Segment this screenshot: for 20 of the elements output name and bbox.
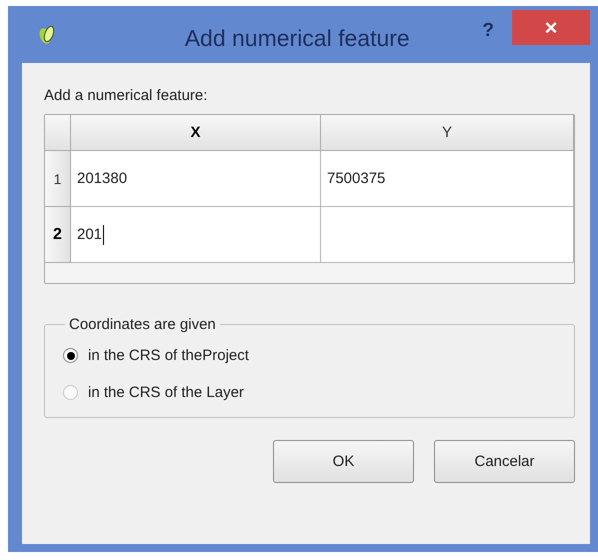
radio-button[interactable] (63, 385, 78, 400)
group-title: Coordinates are given (68, 316, 217, 333)
table-cell[interactable]: 7500375 (321, 151, 574, 207)
corner-header[interactable] (45, 115, 71, 151)
table-cell[interactable]: 201380 (71, 151, 321, 207)
row-header[interactable]: 2 (45, 207, 71, 263)
prompt-label: Add a numerical feature: (44, 87, 208, 104)
cancel-button[interactable]: Cancelar (434, 440, 575, 483)
window-title: Add numerical feature (184, 25, 411, 52)
radio-label[interactable]: in the CRS of the Layer (88, 384, 244, 401)
leaf-icon (38, 24, 56, 46)
radio-button[interactable] (63, 348, 78, 363)
row-header[interactable]: 1 (45, 151, 71, 207)
column-header[interactable]: X (71, 115, 321, 151)
cell-editor[interactable]: 201 (71, 207, 321, 263)
ok-button[interactable]: OK (273, 440, 414, 483)
column-header[interactable]: Y (321, 115, 574, 151)
close-button[interactable]: × (512, 10, 590, 45)
radio-label[interactable]: in the CRS of theProject (88, 347, 249, 364)
help-button[interactable]: ? (478, 20, 498, 42)
